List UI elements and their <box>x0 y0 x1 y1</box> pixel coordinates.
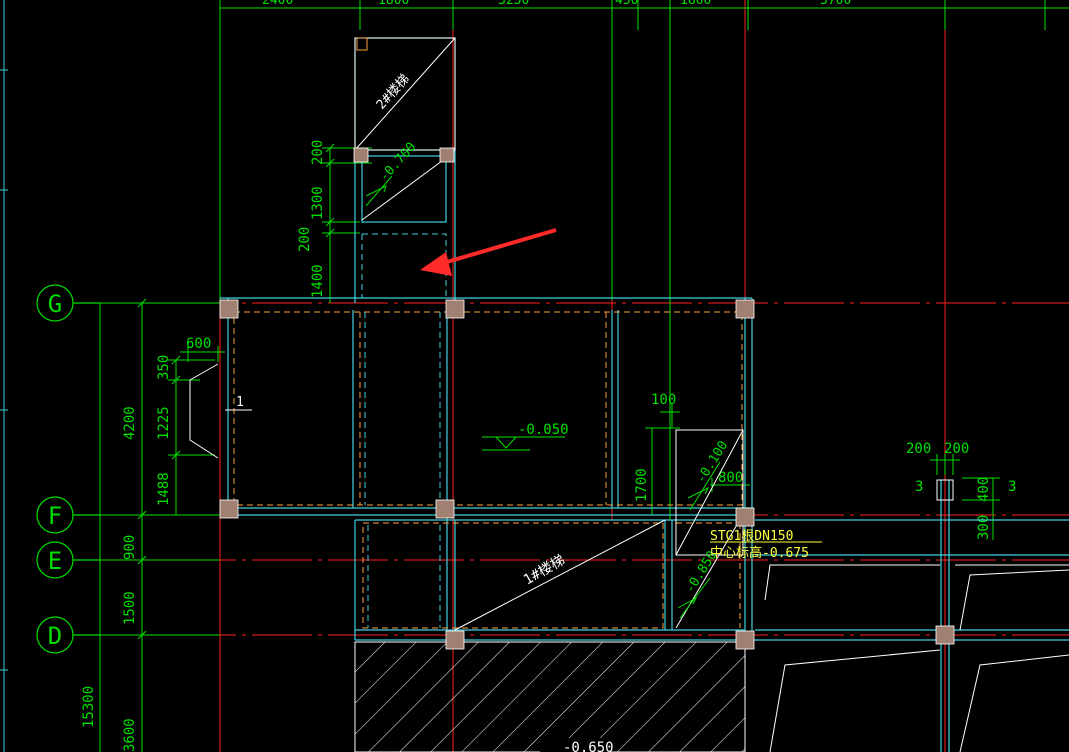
top-dim-label: 450 <box>615 0 638 8</box>
room-elev-label: -0.050 <box>518 422 569 438</box>
dim-label-600: 600 <box>186 336 211 352</box>
dim-label-400: 400 <box>976 477 992 502</box>
top-dim-label: 1800 <box>378 0 409 8</box>
hatch-area <box>354 641 746 752</box>
column[interactable] <box>219 299 239 319</box>
dim-label-800: 800 <box>718 470 743 486</box>
dim-label-15300: 15300 <box>81 686 97 728</box>
dim-label-300: 300 <box>976 515 992 540</box>
column[interactable] <box>439 147 455 163</box>
dim-label-4200: 4200 <box>122 406 138 440</box>
top-dim-label: 1800 <box>680 0 711 8</box>
column[interactable] <box>353 147 369 163</box>
dim-label-1225: 1225 <box>156 406 172 440</box>
dim-label-350: 350 <box>156 355 172 380</box>
pipe-center-label: 中心标高-0.675 <box>710 545 809 561</box>
top-dim-label: 2400 <box>262 0 293 8</box>
axis-label-D: D <box>48 622 62 650</box>
pipe-label: STG1根DN150 <box>710 529 793 544</box>
dim-label-200-left: 200 <box>906 441 931 457</box>
dim-label-900: 900 <box>122 535 138 560</box>
dim-label-200a: 200 <box>310 140 326 165</box>
top-dim-label: 3230 <box>498 0 529 8</box>
dim-label-100: 100 <box>651 392 676 408</box>
dim-label-200b: 200 <box>297 227 313 252</box>
dim-label-1400: 1400 <box>310 264 326 298</box>
axis-label-E: E <box>48 547 62 575</box>
mark-3-right: 3 <box>1008 479 1016 495</box>
axis-label-F: F <box>48 502 62 530</box>
niche-mark: 1 <box>236 395 244 410</box>
dim-label-1700: 1700 <box>634 468 650 502</box>
column[interactable] <box>445 299 465 319</box>
column[interactable] <box>935 625 955 645</box>
bottom-elev-label: -0.650 <box>563 740 614 752</box>
axis-label-G: G <box>48 290 62 318</box>
top-dim-label: 3700 <box>820 0 851 8</box>
column[interactable] <box>735 299 755 319</box>
column[interactable] <box>435 499 455 519</box>
dim-label-1488: 1488 <box>156 472 172 506</box>
column[interactable] <box>219 499 239 519</box>
dim-label-200-right: 200 <box>944 441 969 457</box>
dim-label-1300: 1300 <box>310 186 326 220</box>
column[interactable] <box>445 630 465 650</box>
mark-3-left: 3 <box>915 479 923 495</box>
column[interactable] <box>735 507 755 527</box>
dim-label-3600: 3600 <box>122 718 138 752</box>
cad-drawing-canvas[interactable]: 2400 1800 3230 450 1800 3700 4200 900 15… <box>0 0 1069 752</box>
dim-label-1500: 1500 <box>122 591 138 625</box>
column[interactable] <box>735 630 755 650</box>
